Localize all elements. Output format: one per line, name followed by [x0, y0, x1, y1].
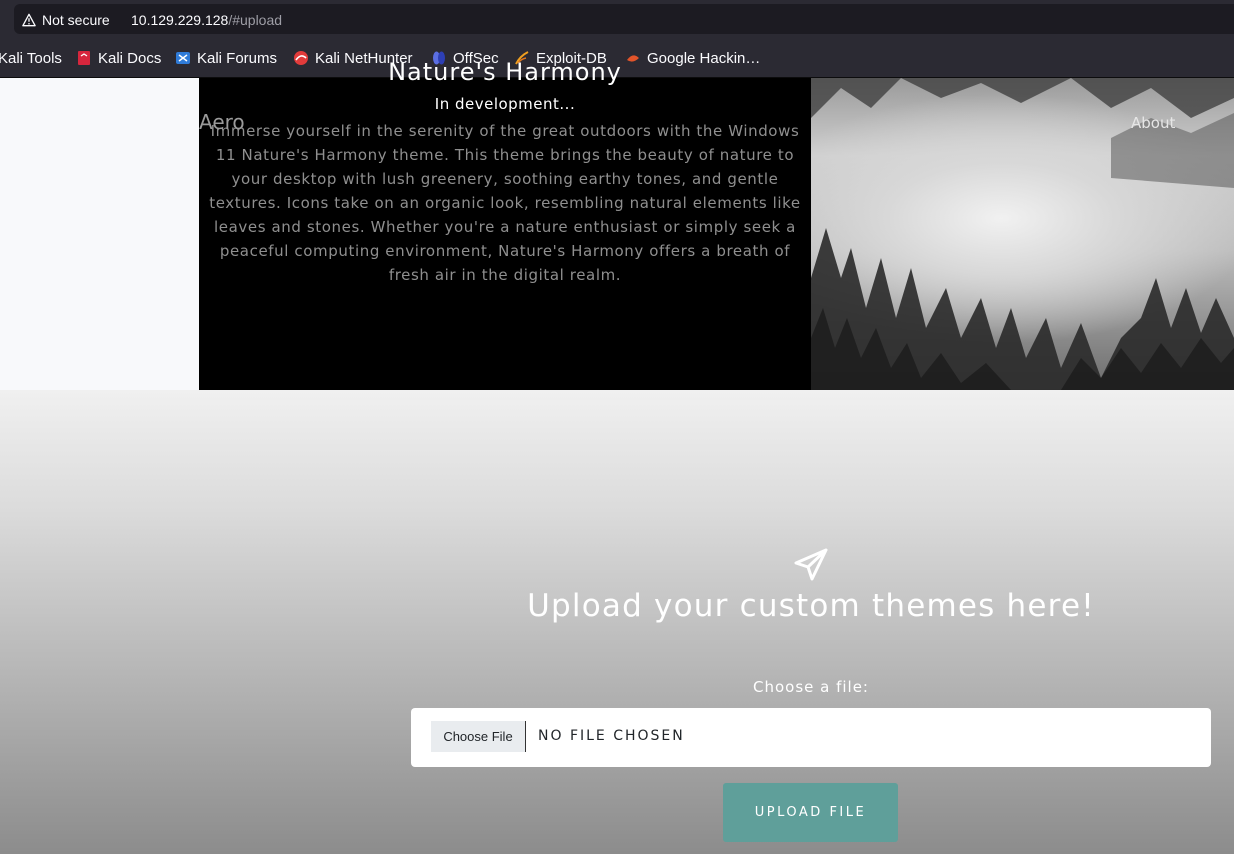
hero-left-panel [0, 78, 199, 390]
choose-file-label: Choose a file: [752, 678, 869, 696]
url-field[interactable]: Not secure 10.129.229.128/#upload [14, 4, 1234, 34]
theme-subtitle: In development... [434, 95, 576, 113]
nav-about-link[interactable]: About [1131, 114, 1175, 132]
description-line: your desktop with lush greenery, soothin… [231, 170, 779, 188]
kali-forums-icon [176, 52, 190, 64]
url-path: /#upload [228, 12, 283, 28]
bookmark-kali-tools[interactable]: Kali Tools [0, 48, 62, 68]
upload-title: Upload your custom themes here! [527, 588, 1095, 624]
theme-title: Nature's Harmony [388, 58, 622, 86]
description-line: Immerse yourself in the serenity of the … [210, 122, 800, 140]
security-indicator[interactable]: Not secure [22, 10, 110, 29]
bookmark-label: Kali Docs [98, 49, 162, 67]
bookmark-kali-docs[interactable]: Kali Docs [76, 48, 161, 68]
bookmark-label: Kali Tools [0, 49, 62, 67]
browser-address-bar: Not secure 10.129.229.128/#upload [0, 0, 1234, 38]
file-input[interactable]: Choose File NO FILE CHOSEN [411, 708, 1211, 767]
url-text[interactable]: 10.129.229.128/#upload [131, 12, 282, 28]
theme-description: Immerse yourself in the serenity of the … [207, 119, 803, 287]
description-line: 11 Nature's Harmony theme. This theme br… [215, 146, 795, 164]
warning-triangle-icon [22, 13, 36, 26]
no-file-chosen-text: NO FILE CHOSEN [538, 728, 685, 744]
security-label: Not secure [42, 11, 110, 28]
description-line: textures. Icons take on an organic look,… [209, 194, 801, 212]
paper-plane-icon [794, 548, 828, 581]
kali-docs-icon [78, 51, 90, 65]
upload-file-button[interactable]: UPLOAD FILE [723, 783, 898, 842]
description-line: fresh air in the digital realm. [388, 266, 622, 284]
description-line: peaceful computing environment, Nature's… [219, 242, 791, 260]
description-line: leaves and stones. Whether you're a natu… [214, 218, 796, 236]
choose-file-button[interactable]: Choose File [431, 721, 526, 752]
url-host: 10.129.229.128 [131, 12, 229, 28]
nav-brand[interactable]: Aero [199, 110, 245, 134]
